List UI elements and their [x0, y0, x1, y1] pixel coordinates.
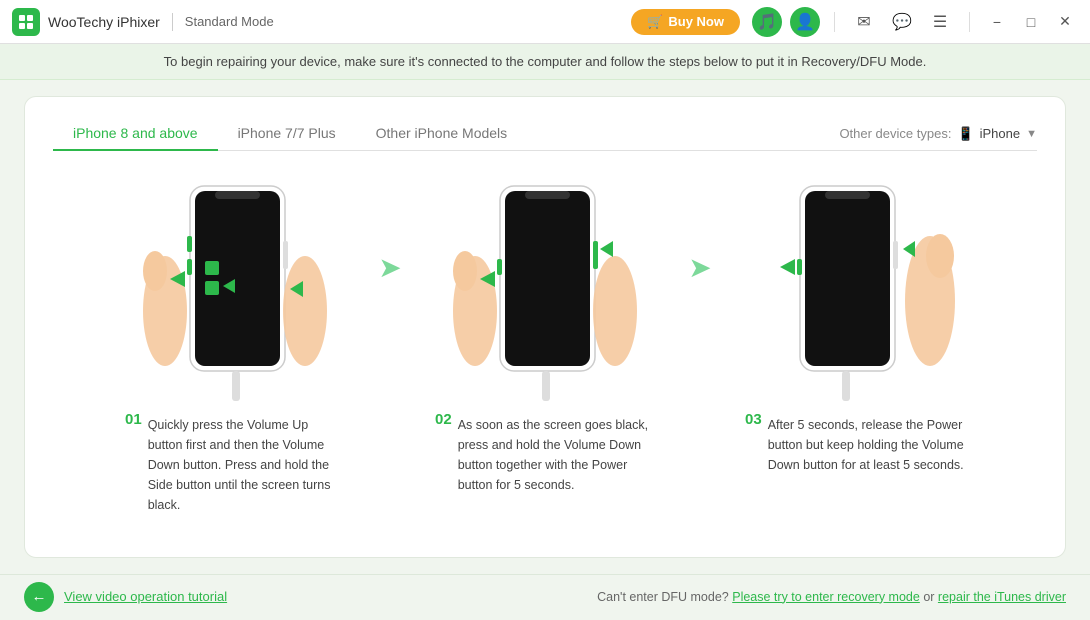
titlebar: WooTechy iPhixer Standard Mode 🛒 Buy Now…	[0, 0, 1090, 44]
tab-other-iphone[interactable]: Other iPhone Models	[356, 117, 528, 151]
win-divider	[969, 12, 970, 32]
step-1-text: Quickly press the Volume Up button first…	[148, 415, 345, 515]
step-3-text: After 5 seconds, release the Power butto…	[768, 415, 965, 475]
recovery-mode-link[interactable]: Please try to enter recovery mode	[732, 590, 920, 604]
step-2-desc: 02 As soon as the screen goes black, pre…	[435, 411, 655, 495]
step-1-illustration	[135, 171, 335, 411]
step-2-num: 02	[435, 411, 452, 428]
device-type-icon: 📱	[957, 126, 973, 142]
arrow-2: ➤	[675, 171, 725, 284]
chevron-down-icon: ▼	[1026, 128, 1037, 140]
step-3-container: 03 After 5 seconds, release the Power bu…	[725, 171, 985, 475]
main-content: iPhone 8 and above iPhone 7/7 Plus Other…	[0, 80, 1090, 574]
content-card: iPhone 8 and above iPhone 7/7 Plus Other…	[24, 96, 1066, 558]
step-2-text: As soon as the screen goes black, press …	[458, 415, 655, 495]
minimize-button[interactable]: −	[984, 9, 1010, 35]
footer-left: ← View video operation tutorial	[24, 582, 227, 612]
step-3-desc: 03 After 5 seconds, release the Power bu…	[745, 411, 965, 475]
step-2-illustration	[445, 171, 645, 411]
tab-bar: iPhone 8 and above iPhone 7/7 Plus Other…	[53, 117, 1037, 151]
icon-divider	[834, 12, 835, 32]
footer-right: Can't enter DFU mode? Please try to ente…	[597, 590, 1066, 604]
right-arrow-icon-1: ➤	[378, 251, 401, 284]
step-1-container: 01 Quickly press the Volume Up button fi…	[105, 171, 365, 515]
info-bar: To begin repairing your device, make sur…	[0, 44, 1090, 80]
step-1-num: 01	[125, 411, 142, 428]
cant-enter-text: Can't enter DFU mode?	[597, 590, 729, 604]
menu-icon[interactable]: ☰	[925, 7, 955, 37]
arrow-1: ➤	[365, 171, 415, 284]
music-icon[interactable]: 🎵	[752, 7, 782, 37]
back-arrow-icon: ←	[32, 588, 47, 605]
maximize-button[interactable]: □	[1018, 9, 1044, 35]
back-button[interactable]: ←	[24, 582, 54, 612]
buy-now-button[interactable]: 🛒 Buy Now	[631, 9, 740, 35]
itunes-driver-link[interactable]: repair the iTunes driver	[938, 590, 1066, 604]
step-1-desc: 01 Quickly press the Volume Up button fi…	[125, 411, 345, 515]
titlebar-icons: 🎵 👤 ✉ 💬 ☰ − □ ✕	[752, 7, 1078, 37]
user-avatar[interactable]: 👤	[790, 7, 820, 37]
footer: ← View video operation tutorial Can't en…	[0, 574, 1090, 618]
right-arrow-icon-2: ➤	[688, 251, 711, 284]
step-3-num: 03	[745, 411, 762, 428]
video-tutorial-link[interactable]: View video operation tutorial	[64, 589, 227, 604]
tab-iphone7[interactable]: iPhone 7/7 Plus	[218, 117, 356, 151]
device-type-selector[interactable]: Other device types: 📱 iPhone ▼	[839, 126, 1037, 142]
step-3-illustration	[755, 171, 955, 411]
app-name: WooTechy iPhixer	[48, 14, 160, 30]
device-type-label: Other device types:	[839, 126, 951, 141]
close-button[interactable]: ✕	[1052, 9, 1078, 35]
steps-container: 01 Quickly press the Volume Up button fi…	[53, 171, 1037, 515]
step-2-container: 02 As soon as the screen goes black, pre…	[415, 171, 675, 495]
info-message: To begin repairing your device, make sur…	[164, 54, 927, 69]
chat-icon[interactable]: 💬	[887, 7, 917, 37]
app-logo	[12, 8, 40, 36]
device-type-value: iPhone	[980, 126, 1020, 141]
title-divider	[172, 13, 173, 31]
or-text: or	[923, 590, 934, 604]
mode-label: Standard Mode	[185, 14, 274, 29]
mail-icon[interactable]: ✉	[849, 7, 879, 37]
tab-iphone8[interactable]: iPhone 8 and above	[53, 117, 218, 151]
